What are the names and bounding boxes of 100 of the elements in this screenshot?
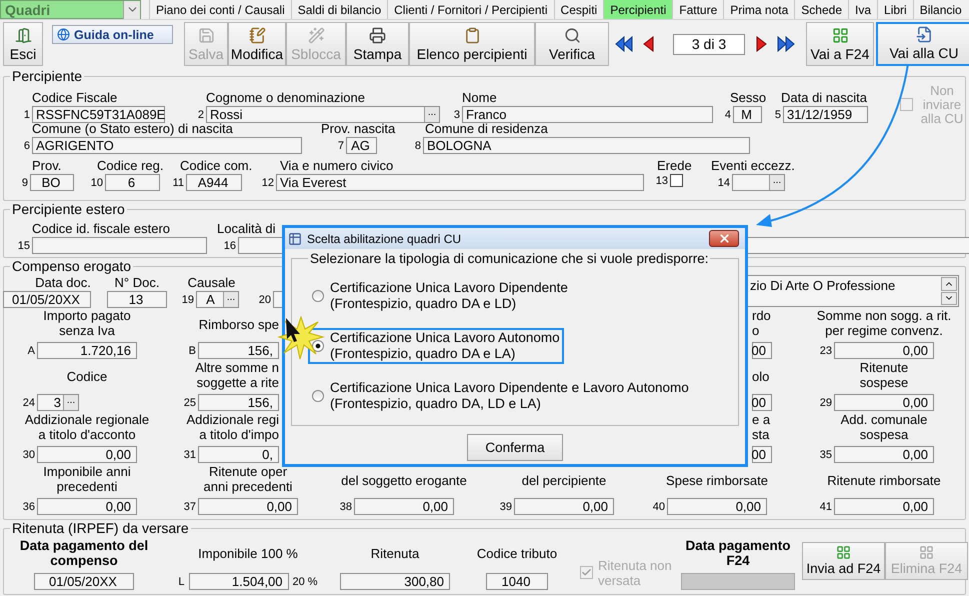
text-field[interactable]: 0,00 bbox=[37, 498, 137, 515]
wand-icon bbox=[308, 27, 324, 44]
scroll-down-button[interactable] bbox=[941, 292, 957, 305]
field-label: Altre somme n soggette a rite bbox=[194, 360, 279, 390]
checkbox[interactable] bbox=[670, 174, 683, 187]
text-field[interactable] bbox=[32, 237, 207, 254]
nav-tab[interactable]: Fatture bbox=[672, 0, 724, 19]
toolbar-button[interactable]: Modifica bbox=[228, 22, 286, 66]
text-field[interactable]: 0, bbox=[198, 446, 279, 463]
text-field[interactable]: 0,00 bbox=[198, 498, 298, 515]
field-label: Sesso bbox=[730, 90, 766, 105]
lookup-button[interactable]: ... bbox=[769, 175, 784, 190]
close-button[interactable] bbox=[709, 230, 739, 247]
field-number: 30 bbox=[22, 448, 35, 460]
toolbar-button[interactable]: Elenco percipienti bbox=[409, 22, 535, 66]
text-field[interactable]: AGRIGENTO bbox=[32, 137, 302, 154]
text-field[interactable]: AG bbox=[346, 137, 377, 154]
text-field[interactable]: 0,00 bbox=[834, 446, 934, 463]
nav-tab[interactable]: Saldi di bilancio bbox=[290, 0, 388, 19]
checkbox-label: Non inviare alla CU bbox=[920, 84, 964, 126]
printer-icon bbox=[369, 27, 386, 44]
field-label: olo bbox=[752, 368, 770, 386]
field-number: 40 bbox=[652, 500, 665, 512]
help-link[interactable]: Guida on-line bbox=[52, 25, 173, 44]
radio-option[interactable]: Certificazione Unica Lavoro Dipendente (Frontespizio, quadro DA e LD) bbox=[308, 278, 572, 314]
text-field[interactable]: 0,00 bbox=[37, 446, 137, 463]
nav-tab[interactable]: Libri bbox=[877, 0, 913, 19]
nav-tab[interactable]: Piano dei conti / Causali bbox=[149, 0, 291, 19]
text-field[interactable]: 00 bbox=[752, 394, 772, 411]
nav-tab[interactable]: Clienti / Fornitori / Percipienti bbox=[387, 0, 554, 19]
text-field[interactable]: 01/05/20XX bbox=[3, 291, 91, 308]
close-icon bbox=[718, 232, 730, 245]
text-field[interactable]: 1.504,00 bbox=[188, 573, 289, 590]
radio-button[interactable] bbox=[312, 390, 324, 402]
field-number: 25 bbox=[182, 396, 196, 408]
nav-tab[interactable]: Bilancio bbox=[912, 0, 968, 19]
globe-icon bbox=[57, 28, 70, 41]
text-field[interactable]: Via Everest bbox=[276, 174, 644, 191]
text-field[interactable]: 00 bbox=[752, 446, 772, 463]
nav-tab[interactable]: Schede bbox=[794, 0, 848, 19]
text-field[interactable]: 300,80 bbox=[340, 573, 450, 590]
exit-button[interactable]: Esci bbox=[3, 22, 43, 66]
lookup-button[interactable]: ... bbox=[424, 107, 439, 122]
text-field[interactable]: A ... bbox=[196, 291, 239, 308]
text-field[interactable]: 1040 bbox=[486, 573, 548, 590]
toolbar-button[interactable]: Stampa bbox=[346, 22, 409, 66]
text-field[interactable]: ... bbox=[732, 174, 785, 191]
text-field[interactable]: 00 bbox=[752, 342, 772, 359]
text-field[interactable]: 0,00 bbox=[834, 394, 934, 411]
radio-option[interactable]: Certificazione Unica Lavoro Autonomo (Frontespizio, quadro DA e LA) bbox=[308, 328, 564, 364]
text-field[interactable]: 0,00 bbox=[834, 342, 934, 359]
field-label: Ritenute oper anni precedenti bbox=[202, 464, 294, 494]
f24-button[interactable]: Invia ad F24 bbox=[802, 542, 885, 580]
text-field[interactable] bbox=[273, 291, 283, 308]
text-field[interactable]: M bbox=[733, 106, 762, 123]
confirm-button[interactable]: Conferma bbox=[467, 434, 563, 461]
field-label: del percipiente bbox=[520, 472, 608, 490]
field-number: B bbox=[188, 344, 196, 356]
double-triangle-right-icon bbox=[777, 35, 795, 53]
toolbar-button[interactable]: Vai a F24 bbox=[806, 22, 874, 66]
field-label: e a sta bbox=[752, 412, 772, 442]
text-field[interactable]: 13 bbox=[107, 291, 167, 308]
first-record-button[interactable] bbox=[613, 33, 635, 55]
toolbar-button[interactable]: Vai alla CU bbox=[876, 22, 969, 66]
text-field[interactable]: 0,00 bbox=[667, 498, 767, 515]
nav-tab[interactable]: Percipienti bbox=[603, 0, 672, 19]
text-field[interactable]: 156, bbox=[198, 342, 279, 359]
option-label: Certificazione Unica Lavoro Autonomo (Frontespizio, quadro DA e LA) bbox=[330, 330, 560, 362]
radio-button[interactable] bbox=[312, 340, 324, 352]
text-field[interactable]: BO bbox=[30, 174, 74, 191]
text-field[interactable]: 01/05/20XX bbox=[34, 573, 134, 590]
description-field[interactable]: zio Di Arte O Professione bbox=[747, 275, 959, 307]
lookup-button[interactable]: ... bbox=[63, 395, 78, 410]
text-field[interactable]: 1.720,16 bbox=[37, 342, 137, 359]
text-field[interactable]: A944 bbox=[186, 174, 242, 191]
text-field[interactable]: 6 bbox=[105, 174, 160, 191]
text-field[interactable]: 0,00 bbox=[514, 498, 614, 515]
last-record-button[interactable] bbox=[775, 33, 797, 55]
nav-tab[interactable]: Iva bbox=[848, 0, 878, 19]
record-position-field[interactable]: 3 di 3 bbox=[673, 34, 745, 54]
section-title: Percipiente estero bbox=[11, 201, 126, 217]
field-label: del soggetto erogante bbox=[340, 472, 468, 490]
radio-button[interactable] bbox=[312, 290, 324, 302]
text-field[interactable]: Franco bbox=[462, 106, 713, 123]
text-field[interactable]: Rossi ... bbox=[206, 106, 440, 123]
text-field[interactable]: 3 ... bbox=[37, 394, 79, 411]
text-field[interactable]: RSSFNC59T31A089E bbox=[32, 106, 165, 123]
lookup-button[interactable]: ... bbox=[223, 292, 238, 307]
text-field[interactable]: 0,00 bbox=[354, 498, 454, 515]
table-icon bbox=[288, 232, 302, 246]
text-field[interactable]: 156, bbox=[198, 394, 279, 411]
scroll-up-button[interactable] bbox=[941, 277, 957, 290]
radio-option[interactable]: Certificazione Unica Lavoro Dipendente e Lavoro Autonomo (Frontespizio, quadro DA, LD e LA) bbox=[308, 378, 693, 414]
field-number: 12 bbox=[260, 176, 274, 188]
text-field[interactable]: 0,00 bbox=[834, 498, 934, 515]
field-number: 6 bbox=[22, 140, 30, 152]
toolbar-button[interactable]: Verifica bbox=[535, 22, 609, 66]
text-field[interactable]: 31/12/1959 bbox=[783, 106, 868, 123]
text-field[interactable]: BOLOGNA bbox=[423, 137, 750, 154]
nav-tab[interactable]: Prima nota bbox=[723, 0, 794, 19]
